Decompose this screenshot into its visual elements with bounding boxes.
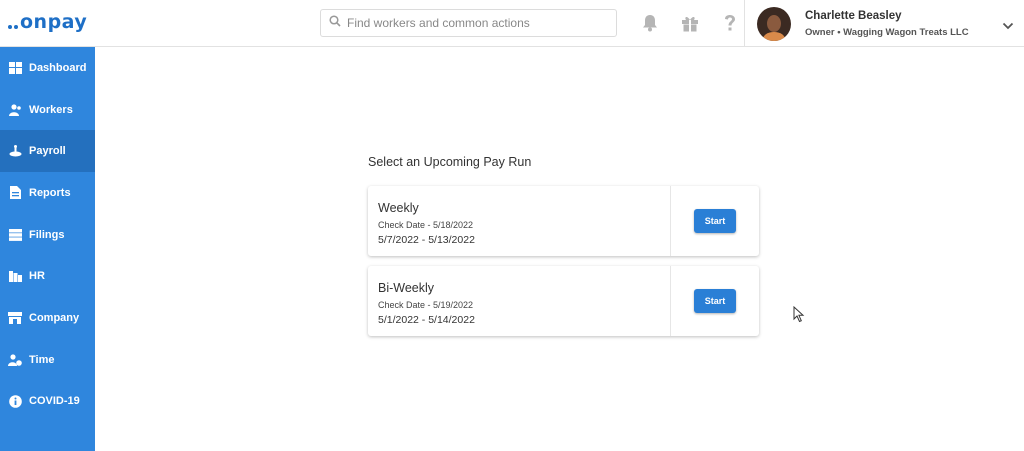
sidebar-item-payroll[interactable]: Payroll [0, 130, 95, 173]
search-input[interactable] [347, 16, 607, 30]
user-menu[interactable]: Charlette Beasley Owner • Wagging Wagon … [757, 7, 969, 41]
pay-run-check-date: Check Date - 5/18/2022 [378, 220, 474, 230]
onpay-logo[interactable]: onpay [8, 10, 87, 34]
header-divider [744, 0, 745, 47]
sidebar-item-label: Reports [29, 186, 71, 199]
user-name: Charlette Beasley [805, 10, 902, 22]
chevron-down-icon[interactable] [1002, 17, 1014, 35]
user-company: Owner • Wagging Wagon Treats LLC [805, 27, 969, 38]
avatar[interactable] [757, 7, 791, 41]
sidebar-item-reports[interactable]: Reports [0, 172, 95, 214]
dashboard-icon [8, 61, 22, 75]
reports-icon [8, 186, 22, 200]
sidebar-item-company[interactable]: Company [0, 297, 95, 339]
company-icon [8, 311, 22, 325]
pay-run-date-range: 5/1/2022 - 5/14/2022 [378, 314, 475, 326]
filings-icon [8, 228, 22, 242]
payroll-icon [8, 144, 22, 158]
sidebar-item-label: HR [29, 270, 45, 283]
sidebar-item-covid-19[interactable]: COVID-19 [0, 381, 95, 423]
sidebar-item-filings[interactable]: Filings [0, 214, 95, 256]
sidebar-item-label: Dashboard [29, 61, 87, 74]
start-bi-weekly-button[interactable]: Start [694, 289, 736, 313]
gift-icon[interactable] [670, 11, 710, 35]
top-bar: onpay Charlette Beasley Owner • Wagging … [0, 0, 1024, 47]
mouse-cursor-icon [793, 305, 805, 328]
search-icon [329, 14, 341, 32]
hr-icon [8, 269, 22, 283]
sidebar-item-time[interactable]: Time [0, 339, 95, 381]
sidebar-item-label: Company [29, 311, 80, 324]
sidebar: Dashboard Workers Payroll Reports Filing… [0, 47, 95, 451]
pay-run-date-range: 5/7/2022 - 5/13/2022 [378, 234, 475, 246]
logo-dots-icon [8, 15, 18, 29]
pay-run-name: Weekly [378, 201, 419, 215]
time-icon [8, 353, 22, 367]
sidebar-item-label: Filings [29, 228, 65, 241]
sidebar-item-label: Workers [29, 103, 73, 116]
pay-run-card-weekly: Weekly Check Date - 5/18/2022 5/7/2022 -… [368, 186, 759, 256]
page-title: Select an Upcoming Pay Run [368, 155, 532, 169]
sidebar-item-workers[interactable]: Workers [0, 89, 95, 131]
sidebar-item-label: COVID-19 [29, 395, 80, 408]
pay-run-card-bi-weekly: Bi-Weekly Check Date - 5/19/2022 5/1/202… [368, 266, 759, 336]
sidebar-item-dashboard[interactable]: Dashboard [0, 47, 95, 89]
start-weekly-button[interactable]: Start [694, 209, 736, 233]
pay-run-check-date: Check Date - 5/19/2022 [378, 300, 474, 310]
pay-run-name: Bi-Weekly [378, 281, 435, 295]
search-box[interactable] [320, 9, 617, 37]
bell-icon[interactable] [630, 11, 670, 35]
logo-text: onpay [20, 11, 88, 33]
sidebar-item-label: Time [29, 353, 55, 366]
sidebar-item-hr[interactable]: HR [0, 255, 95, 297]
sidebar-item-label: Payroll [29, 145, 66, 158]
info-icon [8, 394, 22, 408]
workers-icon [8, 103, 22, 117]
